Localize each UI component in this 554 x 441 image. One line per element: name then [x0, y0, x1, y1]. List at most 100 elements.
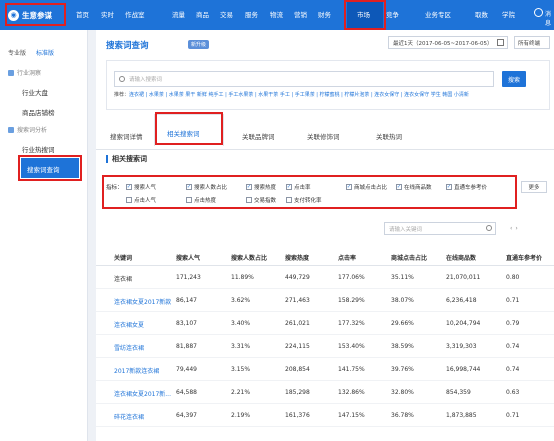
keyword-link[interactable]: 碎花连衣裙: [114, 412, 144, 421]
table-cell: 147.15%: [338, 412, 365, 419]
keyword-link[interactable]: 2017新款连衣裙: [114, 366, 159, 375]
keyword-link[interactable]: 连衣裙: [114, 274, 132, 283]
nav-item-home[interactable]: 首页: [76, 9, 89, 19]
new-badge: 新升级: [188, 40, 210, 49]
nav-item-academy[interactable]: 学院: [502, 9, 515, 19]
nav-item-finance[interactable]: 财务: [318, 9, 331, 19]
column-header-ctr[interactable]: 点击率: [338, 253, 356, 262]
tab-hot-words[interactable]: 关联热词: [376, 131, 402, 141]
search-input[interactable]: 请输入搜索词: [114, 71, 494, 87]
column-header-ad-price[interactable]: 直通车参考价: [506, 253, 542, 262]
nav-item-product[interactable]: 商品: [196, 9, 209, 19]
table-cell: 36.78%: [391, 412, 414, 419]
column-header-popularity[interactable]: 搜索人气: [176, 253, 200, 262]
keyword-link[interactable]: 连衣裙女夏: [114, 320, 144, 329]
nav-item-marketing[interactable]: 营销: [294, 9, 307, 19]
table-cell: 141.75%: [338, 366, 365, 373]
highlight-box-market: [344, 0, 386, 30]
tab-search-detail[interactable]: 搜索词详情: [110, 131, 143, 141]
page-title: 搜索词查询: [106, 41, 149, 51]
keyword-filter-input[interactable]: 请输入关键词: [384, 222, 496, 235]
nav-item-realtime[interactable]: 实时: [101, 9, 114, 19]
table-cell: 38.59%: [391, 343, 414, 350]
table-cell: 81,887: [176, 343, 197, 350]
terminal-select[interactable]: 所有终端: [514, 36, 550, 49]
keyword-link[interactable]: 雪纺连衣裙: [114, 343, 144, 352]
table-cell: 6,236,418: [446, 297, 477, 304]
table-row: 连衣裙 171,243 11.89% 449,729 177.06% 35.11% 21,0…: [96, 266, 554, 289]
prev-page-button[interactable]: ‹: [510, 225, 512, 232]
keyword-link[interactable]: 连衣裙女夏2017新款: [114, 297, 171, 306]
table-header: 关键词 搜索人气 搜索人数占比 搜索热度 点击率 商城点击占比 在线商品数 直通…: [96, 248, 554, 266]
industry-icon: [8, 69, 14, 76]
highlight-box-logo: [5, 3, 66, 26]
search-placeholder: 请输入搜索词: [129, 77, 163, 83]
tab-brand-words[interactable]: 关联品牌词: [242, 131, 275, 141]
table-cell: 0.79: [506, 320, 520, 327]
highlight-box-tab: [155, 112, 223, 145]
sidebar-item-hot-words[interactable]: 行业热搜词: [22, 144, 55, 154]
nav-item-logistics[interactable]: 物流: [270, 9, 283, 19]
section-bar: [106, 155, 108, 163]
search-analysis-icon: [8, 126, 14, 133]
nav-item-data[interactable]: 取数: [475, 9, 488, 19]
table-cell: 10,204,794: [446, 320, 481, 327]
sidebar-item-industry-overview[interactable]: 行业大盘: [22, 87, 48, 97]
sidebar-item-ranking[interactable]: 商品店铺榜: [22, 107, 55, 117]
table-cell: 161,376: [285, 412, 310, 419]
message-label[interactable]: 消息: [545, 9, 554, 27]
message-icon[interactable]: [534, 8, 543, 17]
column-header-heat[interactable]: 搜索热度: [285, 253, 309, 262]
tab-pro-version[interactable]: 专业版: [8, 48, 26, 57]
recommend-row: 推荐：连衣裙 | 水果茶 | 水果茶 果干 新鲜 纯手工 | 手工水果茶 | 水…: [114, 91, 469, 98]
tab-standard-version[interactable]: 标准版: [36, 48, 54, 57]
table-cell: 177.32%: [338, 320, 365, 327]
column-header-share[interactable]: 搜索人数占比: [231, 253, 267, 262]
sidebar-version-tabs: 专业版 标准版: [8, 48, 54, 57]
nav-item-warroom[interactable]: 作战室: [125, 9, 145, 19]
recommend-label: 推荐：: [114, 92, 130, 98]
table-cell: 208,854: [285, 366, 310, 373]
table-cell: 2.21%: [231, 389, 251, 396]
nav-item-competition[interactable]: 竞争: [386, 9, 399, 19]
table-cell: 153.40%: [338, 343, 365, 350]
table-cell: 0.63: [506, 389, 520, 396]
search-icon: [119, 76, 125, 82]
column-header-online-items[interactable]: 在线商品数: [446, 253, 476, 262]
table-row: 雪纺连衣裙 81,887 3.31% 224,115 153.40% 38.59% 3,31…: [96, 335, 554, 358]
keyword-link[interactable]: 连衣裙女夏2017新...: [114, 389, 171, 398]
table-cell: 0.71: [506, 412, 520, 419]
table-cell: 3.15%: [231, 366, 251, 373]
calendar-icon: [497, 39, 504, 46]
table-cell: 32.80%: [391, 389, 414, 396]
table-cell: 39.76%: [391, 366, 414, 373]
search-icon: [486, 225, 492, 231]
recommend-links[interactable]: 连衣裙 | 水果茶 | 水果茶 果干 新鲜 纯手工 | 手工水果茶 | 水果干茶…: [129, 92, 469, 98]
table-cell: 185,298: [285, 389, 310, 396]
column-header-mall-share[interactable]: 商城点击占比: [391, 253, 427, 262]
more-metrics-button[interactable]: 更多: [521, 181, 547, 193]
table-cell: 1,873,885: [446, 412, 477, 419]
date-range-picker[interactable]: 最近1天（2017-06-05~2017-06-05）: [388, 36, 508, 49]
table-row: [96, 427, 554, 441]
terminal-select-value: 所有终端: [518, 40, 541, 47]
table-cell: 64,588: [176, 389, 197, 396]
nav-item-service[interactable]: 服务: [245, 9, 258, 19]
highlight-box-sidebar: [18, 155, 82, 181]
table-cell: 35.11%: [391, 274, 414, 281]
table-cell: 0.74: [506, 366, 520, 373]
nav-item-traffic[interactable]: 流量: [172, 9, 185, 19]
highlight-box-metrics: [102, 175, 517, 209]
column-header-keyword[interactable]: 关键词: [114, 253, 132, 262]
top-nav-bar: ◉ 生意参谋 首页 实时 作战室 流量 商品 交易 服务 物流 营销 财务 市场…: [0, 0, 554, 30]
table-cell: 79,449: [176, 366, 197, 373]
tab-modifier-words[interactable]: 关联修饰词: [307, 131, 340, 141]
table-cell: 3,319,303: [446, 343, 477, 350]
table-cell: 0.71: [506, 297, 520, 304]
table-row: 碎花连衣裙 64,397 2.19% 161,376 147.15% 36.78% 1,87…: [96, 404, 554, 427]
next-page-button[interactable]: ›: [515, 225, 517, 232]
nav-item-business[interactable]: 业务专区: [425, 9, 451, 19]
nav-item-trade[interactable]: 交易: [220, 9, 233, 19]
search-button[interactable]: 搜索: [502, 71, 526, 87]
table-cell: 2.19%: [231, 412, 251, 419]
